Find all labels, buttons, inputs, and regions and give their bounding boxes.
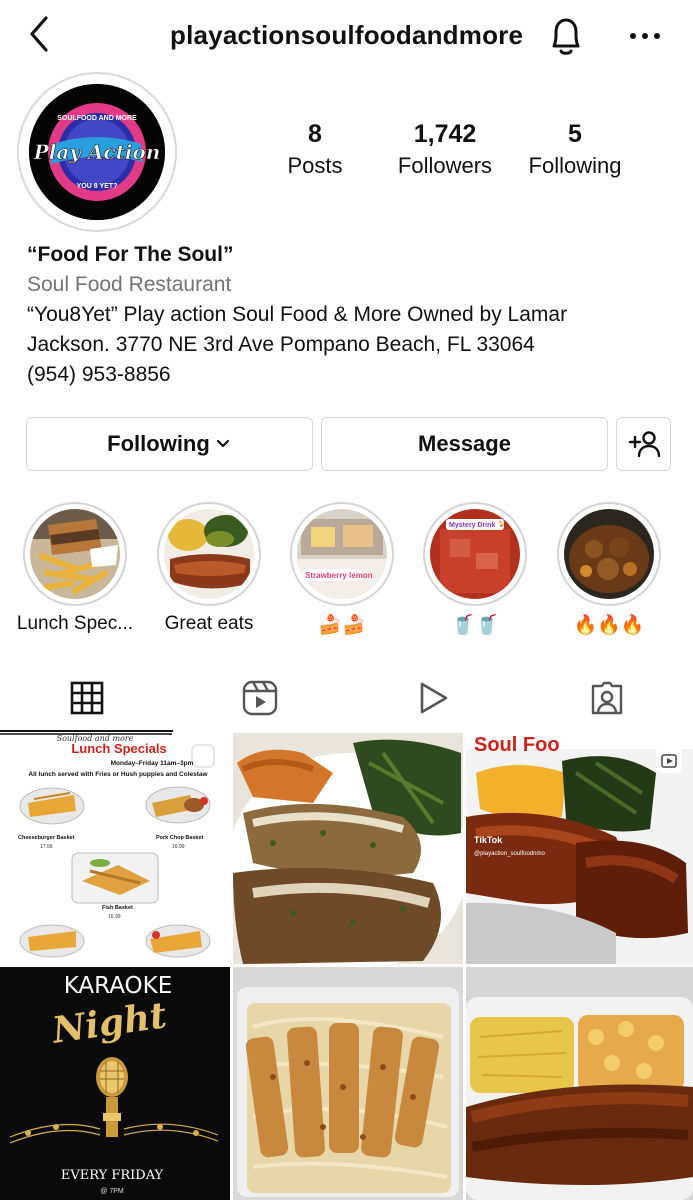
- tab-grid[interactable]: [0, 664, 173, 732]
- highlight-cover-ring: [557, 502, 661, 606]
- bell-icon: [552, 18, 580, 55]
- highlight-cover-image: [164, 509, 254, 599]
- posts-stat[interactable]: 8 Posts: [240, 120, 390, 179]
- highlight-cover-ring: [23, 502, 127, 606]
- menu-pork-plate: [145, 786, 211, 824]
- notifications-button[interactable]: [546, 14, 586, 58]
- menu-item3-price: 16.99: [108, 914, 121, 920]
- more-horizontal-icon: [630, 33, 660, 39]
- logo-bottom-text: YOU 8 YET?: [77, 183, 118, 190]
- message-button-label: Message: [418, 431, 511, 456]
- menu-fries-plate-1: [19, 787, 85, 825]
- profile-bio: “Food For The Soul” Soul Food Restaurant…: [27, 240, 667, 390]
- highlight-cover-image: Strawberry lemon: [297, 509, 387, 599]
- followers-label: Followers: [397, 153, 493, 178]
- post-soul-food-plate[interactable]: Soul Foo TikTok @playaction_soulfoodnmo: [466, 733, 693, 964]
- highlight-label: 🥤🥤: [451, 615, 499, 636]
- logo-top-text: SOULFOOD AND MORE: [57, 115, 137, 122]
- tiktok-handle: @playaction_soulfoodnmo: [474, 851, 545, 857]
- post-karaoke-night[interactable]: KARAOKE Night EVERY FRIDAY @ 7PM: [0, 967, 230, 1200]
- chevron-down-icon: [216, 439, 229, 448]
- highlight-cover-ring: Mystery Drink 🍹: [423, 502, 527, 606]
- reels-icon: [242, 680, 277, 716]
- highlight-cover-image: Mystery Drink 🍹: [430, 509, 520, 599]
- menu-fish-basket: [71, 852, 159, 904]
- tiktok-watermark: TikTok: [474, 835, 503, 845]
- tagged-user-icon: [591, 681, 622, 715]
- top-bar: playactionsoulfoodandmore: [0, 0, 693, 72]
- tab-videos[interactable]: [346, 664, 519, 732]
- tab-tagged[interactable]: [520, 664, 693, 732]
- add-user-icon: [628, 431, 660, 458]
- post-chicken-alfredo[interactable]: [233, 967, 463, 1200]
- posts-grid: Soulfood and more Lunch Specials Monday–…: [0, 733, 693, 1200]
- menu-fries-plate-2: [19, 924, 85, 958]
- highlight-cover-ring: [157, 502, 261, 606]
- highlight-cover-image: [564, 509, 654, 599]
- bio-line-1: “You8Yet” Play action Soul Food & More O…: [27, 303, 568, 326]
- highlight-label: Great eats: [164, 613, 254, 634]
- post-lunch-specials[interactable]: Soulfood and more Lunch Specials Monday–…: [0, 733, 230, 964]
- highlight-cakes[interactable]: Strawberry lemon 🍰🍰: [283, 502, 401, 637]
- following-button-label: Following: [107, 431, 210, 456]
- highlight-label: Lunch Spec...: [16, 613, 134, 634]
- menu-item1-price: 17.99: [40, 844, 53, 850]
- posts-label: Posts: [287, 153, 343, 178]
- menu-item3-name: Fish Basket: [102, 905, 133, 911]
- grid-icon: [70, 681, 103, 715]
- tab-reels[interactable]: [173, 664, 346, 732]
- add-user-button[interactable]: [616, 417, 671, 471]
- highlight-overlay-text: Strawberry lemon: [305, 571, 373, 580]
- highlight-drinks[interactable]: Mystery Drink 🍹 🥤🥤: [416, 502, 534, 637]
- play-action-logo: Play Action SOULFOOD AND MORE YOU 8 YET?: [29, 84, 165, 220]
- play-icon: [420, 682, 447, 714]
- posts-count: 8: [308, 120, 322, 148]
- menu-subtitle: All lunch served with Fries or Hush pupp…: [28, 771, 208, 778]
- bio-line-2: Jackson. 3770 NE 3rd Ave Pompano Beach, …: [27, 333, 535, 356]
- followers-count: 1,742: [413, 120, 477, 148]
- more-options-button[interactable]: [625, 22, 665, 50]
- following-button[interactable]: Following: [26, 417, 313, 471]
- following-count: 5: [568, 120, 582, 148]
- highlight-cover-image: [30, 509, 120, 599]
- profile-tabs: [0, 664, 693, 732]
- post-ribs-plate[interactable]: [466, 967, 693, 1200]
- menu-hours: Monday–Friday 11am–3pm: [111, 760, 194, 767]
- bio-category: Soul Food Restaurant: [27, 273, 232, 296]
- chevron-left-icon: [30, 16, 48, 52]
- menu-title: Lunch Specials: [71, 741, 166, 756]
- highlight-label: 🔥🔥🔥: [573, 615, 645, 636]
- profile-avatar-ring[interactable]: Play Action SOULFOOD AND MORE YOU 8 YET?: [17, 72, 177, 232]
- highlight-label: 🍰🍰: [318, 615, 366, 636]
- menu-item2-name: Pork Chop Basket: [156, 835, 204, 841]
- following-stat[interactable]: 5 Following: [500, 120, 650, 179]
- menu-item1-name: Cheeseburger Basket: [18, 835, 75, 841]
- menu-fries-plate-3: [145, 924, 211, 958]
- highlight-cover-ring: Strawberry lemon: [290, 502, 394, 606]
- karaoke-time: @ 7PM: [100, 1188, 124, 1195]
- profile-username: playactionsoulfoodandmore: [170, 20, 524, 50]
- bio-display-name: “Food For The Soul”: [27, 243, 234, 266]
- logo-main-text: Play Action: [33, 140, 161, 164]
- highlight-overlay-text: Mystery Drink 🍹: [449, 520, 506, 529]
- karaoke-day: EVERY FRIDAY: [61, 1168, 164, 1183]
- followers-stat[interactable]: 1,742 Followers: [370, 120, 520, 179]
- bio-phone[interactable]: (954) 953-8856: [27, 360, 667, 390]
- post-smothered-chicken[interactable]: [233, 733, 463, 964]
- back-button[interactable]: [22, 14, 58, 54]
- avatar: Play Action SOULFOOD AND MORE YOU 8 YET?: [29, 84, 165, 220]
- message-button[interactable]: Message: [321, 417, 608, 471]
- menu-item2-price: 16.99: [172, 844, 185, 850]
- post-sign-text: Soul Foo: [474, 734, 560, 756]
- highlight-lunch-specials[interactable]: Lunch Spec...: [16, 502, 134, 635]
- following-label: Following: [528, 153, 622, 178]
- highlight-great-eats[interactable]: Great eats: [150, 502, 268, 635]
- highlight-oxtails[interactable]: 🔥🔥🔥: [550, 502, 668, 637]
